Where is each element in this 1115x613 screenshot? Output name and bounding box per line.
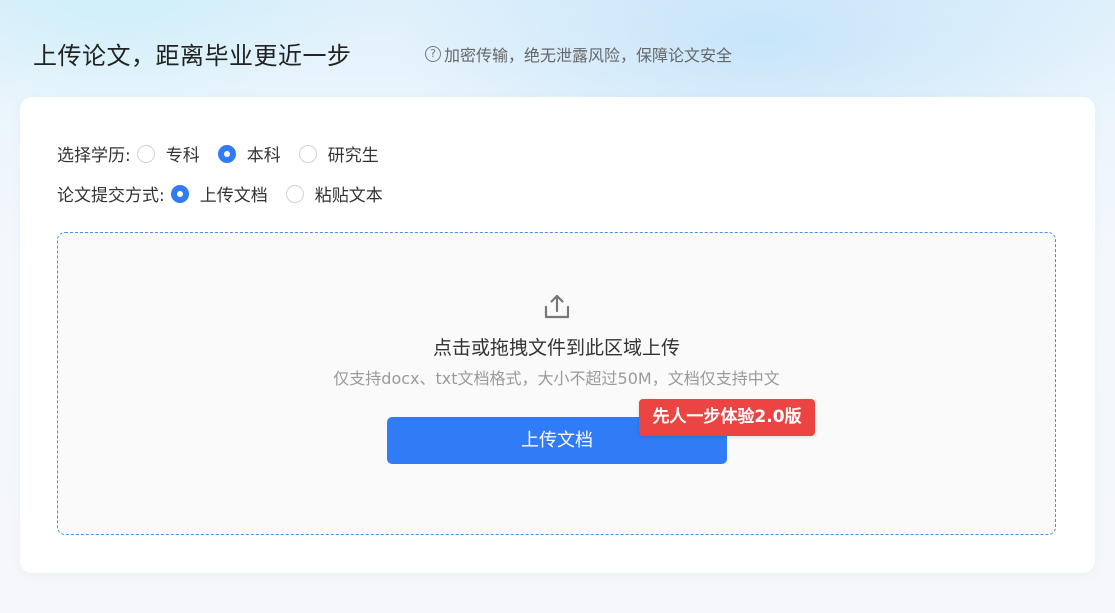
security-notice: ? 加密传输，绝无泄露风险，保障论文安全: [425, 42, 732, 66]
radio-circle-checked[interactable]: [217, 144, 236, 163]
education-selector: 选择学历: 专科 本科 研究生: [57, 141, 397, 166]
radio-circle[interactable]: [285, 184, 304, 203]
radio-label: 研究生: [327, 146, 379, 166]
radio-label: 上传文档: [199, 186, 268, 206]
education-label: 选择学历:: [57, 146, 131, 166]
promo-badge[interactable]: 先人一步体验2.0版: [639, 399, 815, 436]
radio-yanjiusheng[interactable]: 研究生: [298, 141, 379, 166]
radio-label: 专科: [165, 146, 200, 166]
dropzone-main-text: 点击或拖拽文件到此区域上传: [432, 337, 680, 359]
page-title: 上传论文，距离毕业更近一步: [33, 42, 352, 70]
radio-zhuanke[interactable]: 专科: [136, 141, 200, 166]
radio-circle[interactable]: [298, 144, 317, 163]
submit-method-selector: 论文提交方式: 上传文档 粘贴文本: [57, 181, 401, 206]
radio-label: 本科: [246, 146, 281, 166]
radio-paste-text[interactable]: 粘贴文本: [285, 181, 383, 206]
radio-upload-document[interactable]: 上传文档: [170, 181, 268, 206]
submit-method-label: 论文提交方式:: [57, 186, 165, 206]
page-header: 上传论文，距离毕业更近一步 ? 加密传输，绝无泄露风险，保障论文安全: [0, 0, 1115, 100]
radio-benke[interactable]: 本科: [217, 141, 281, 166]
dropzone-hint-text: 仅支持docx、txt文档格式，大小不超过50M，文档仅支持中文: [333, 369, 780, 388]
security-notice-text: 加密传输，绝无泄露风险，保障论文安全: [444, 46, 733, 65]
question-circle-icon: ?: [425, 46, 441, 62]
radio-circle-checked[interactable]: [170, 184, 189, 203]
radio-label: 粘贴文本: [314, 186, 383, 206]
upload-icon: [544, 294, 570, 319]
file-dropzone[interactable]: 点击或拖拽文件到此区域上传 仅支持docx、txt文档格式，大小不超过50M，文…: [57, 232, 1056, 535]
radio-circle[interactable]: [136, 144, 155, 163]
upload-card: 选择学历: 专科 本科 研究生 论文提交方式: 上传文档 粘贴文本 点击或拖拽文…: [20, 97, 1095, 573]
